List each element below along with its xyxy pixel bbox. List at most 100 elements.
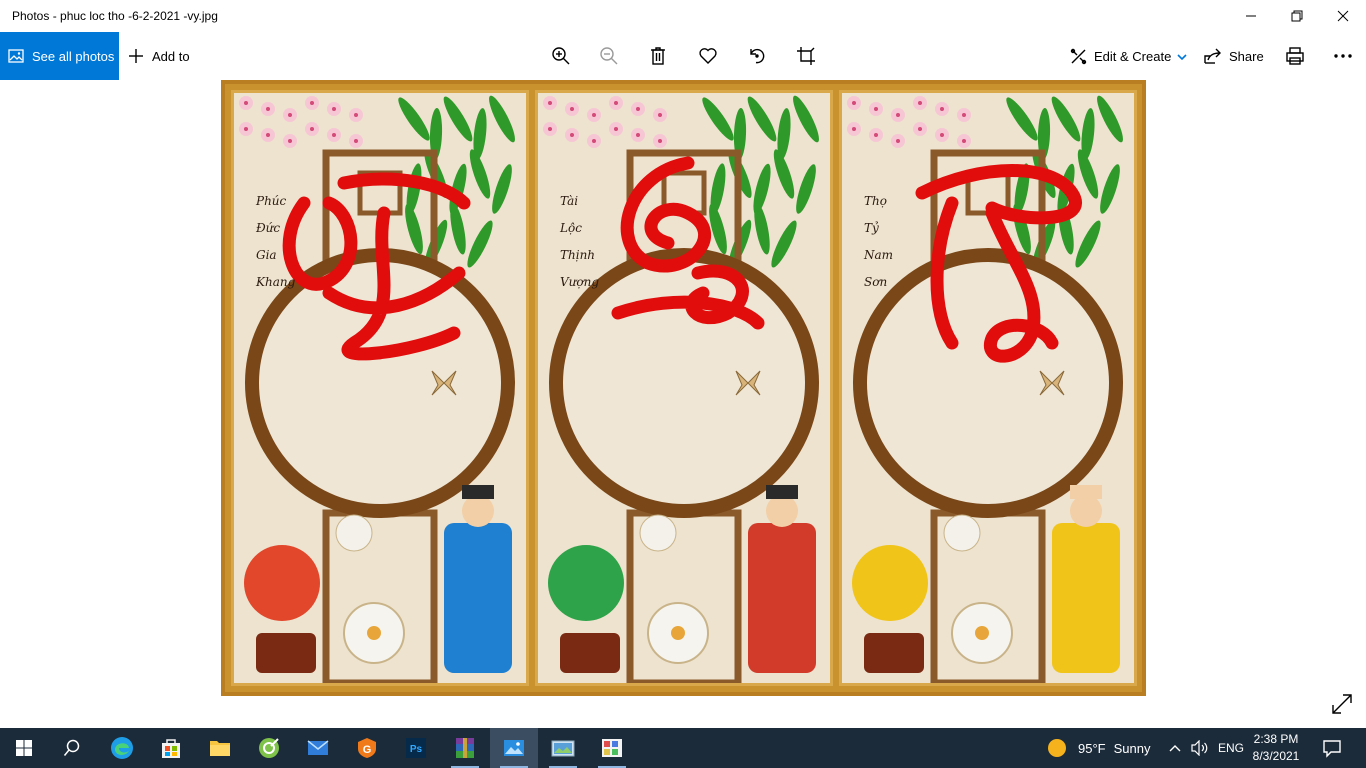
taskbar-paint[interactable] (588, 728, 636, 768)
ornament-plant (852, 545, 928, 621)
weather-condition: Sunny (1113, 740, 1151, 756)
restore-icon (1291, 10, 1303, 22)
start-button[interactable] (0, 728, 48, 768)
ornament-plant (548, 545, 624, 621)
favorite-button[interactable] (696, 44, 720, 68)
caption-line: Tài (560, 194, 578, 208)
blossom-center (896, 113, 900, 117)
flower-center (367, 626, 381, 640)
bamboo-leaf (1075, 220, 1101, 268)
notification-icon (1323, 740, 1341, 758)
blossom-center (614, 127, 618, 131)
bamboo-leaf (492, 164, 512, 214)
bamboo-leaf (771, 220, 797, 268)
taskbar-edge[interactable] (98, 728, 146, 768)
taskbar-image-viewer[interactable] (539, 728, 587, 768)
minimize-button[interactable] (1228, 0, 1274, 32)
blossom-center (570, 107, 574, 111)
caption-line: Lộc (559, 221, 582, 235)
title-bar: Photos - phuc loc tho -6-2-2021 -vy.jpg (0, 0, 1366, 32)
share-button[interactable]: Share (1204, 32, 1264, 80)
blossom-center (332, 107, 336, 111)
bamboo-leaf (1097, 95, 1123, 143)
bamboo-leaf (489, 95, 515, 143)
restore-button[interactable] (1274, 0, 1320, 32)
deity-robe (444, 523, 512, 673)
expand-icon (1332, 694, 1352, 714)
notification-center-button[interactable] (1320, 736, 1344, 760)
weather-widget[interactable]: 95°F Sunny (1048, 728, 1150, 768)
taskbar-file-explorer[interactable] (196, 728, 244, 768)
fullscreen-button[interactable] (1330, 692, 1354, 716)
blossom-center (852, 101, 856, 105)
bamboo-leaf (796, 164, 816, 214)
caption-line: Tỷ (864, 221, 879, 235)
blossom-center (636, 107, 640, 111)
taskbar-store[interactable] (147, 728, 195, 768)
zoom-out-icon (600, 47, 618, 65)
blossom-center (244, 127, 248, 131)
file-explorer-icon (210, 741, 230, 756)
blossom-center (354, 113, 358, 117)
ornament-base (864, 633, 924, 673)
close-icon (1337, 10, 1349, 22)
edge-icon (111, 737, 133, 759)
white-flower (639, 514, 677, 552)
see-all-photos-button[interactable]: See all photos (0, 32, 119, 80)
blossom-center (852, 127, 856, 131)
toolbar: See all photos Add to Edit & Create Shar… (0, 32, 1366, 80)
rotate-button[interactable] (745, 44, 769, 68)
flower-center (671, 626, 685, 640)
blossom-center (874, 133, 878, 137)
blossom-center (940, 107, 944, 111)
crop-button[interactable] (794, 44, 818, 68)
add-to-button[interactable]: Add to (128, 32, 190, 80)
photo-phuc-loc-tho: Phúc Đức Gia Khang Tài Lộc Thịnh Vượng Thọ Tỷ Na… (221, 80, 1146, 696)
search-icon (63, 739, 80, 756)
blossom-center (548, 127, 552, 131)
edit-create-label: Edit & Create (1094, 48, 1172, 64)
mail-icon (307, 740, 329, 755)
bamboo-leaf (754, 203, 770, 255)
taskbar-greenshot[interactable] (245, 728, 293, 768)
taskbar-mail[interactable] (294, 728, 342, 768)
svg-text:Ps: Ps (410, 744, 423, 755)
show-hidden-icons-button[interactable] (1168, 728, 1182, 768)
zoom-out-button[interactable] (597, 44, 621, 68)
search-button[interactable] (48, 728, 96, 768)
photos-app-window: Photos - phuc loc tho -6-2-2021 -vy.jpg … (0, 0, 1366, 768)
bamboo-leaf (398, 97, 430, 141)
clock[interactable]: 2:38 PM 8/3/2021 (1236, 731, 1316, 765)
image-canvas[interactable]: Phúc Đức Gia Khang Tài Lộc Thịnh Vượng Thọ Tỷ Na… (0, 80, 1366, 728)
taskbar-winrar[interactable] (441, 728, 489, 768)
close-button[interactable] (1320, 0, 1366, 32)
taskbar-photos[interactable] (490, 728, 538, 768)
blossom-center (310, 101, 314, 105)
bamboo-leaf (1100, 164, 1120, 214)
zoom-in-button[interactable] (549, 44, 573, 68)
store-icon (162, 739, 180, 758)
taskbar-photoshop[interactable]: Ps (392, 728, 440, 768)
deity-robe (1052, 523, 1120, 673)
blossom-center (570, 133, 574, 137)
more-options-button[interactable] (1331, 44, 1355, 68)
blossom-center (592, 139, 596, 143)
print-button[interactable] (1283, 44, 1307, 68)
paint-icon (602, 739, 622, 757)
blossom-center (592, 113, 596, 117)
taskbar-glary[interactable]: G (343, 728, 391, 768)
blossom-center (940, 133, 944, 137)
blossom-center (244, 101, 248, 105)
bamboo-leaf (747, 96, 777, 142)
blossom-center (614, 101, 618, 105)
windows-start-icon (16, 740, 32, 756)
volume-icon (1191, 740, 1208, 756)
delete-button[interactable] (646, 44, 670, 68)
deity-head (1070, 495, 1102, 527)
volume-button[interactable] (1191, 728, 1209, 768)
more-options-icon (1334, 54, 1352, 58)
crop-icon (797, 47, 815, 65)
edit-create-button[interactable]: Edit & Create (1070, 32, 1187, 80)
caption-line: Khang (255, 275, 296, 289)
photos-app-icon (504, 740, 524, 756)
